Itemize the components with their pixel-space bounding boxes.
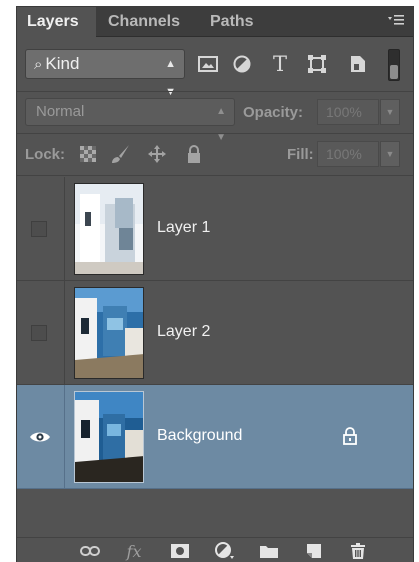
blend-row: Normal ▲ ▼ Opacity: 100% ▼: [17, 97, 413, 143]
adjustment-icon[interactable]: [214, 542, 236, 560]
layer-name[interactable]: Layer 1: [157, 219, 210, 237]
blend-mode-value: Normal: [36, 103, 85, 120]
trash-icon[interactable]: [347, 542, 369, 560]
panel-menu-icon[interactable]: [385, 13, 407, 31]
blend-mode-select[interactable]: Normal ▲ ▼: [25, 98, 235, 143]
filter-kind-select[interactable]: ⌕ Kind ▲ ▼: [25, 49, 185, 98]
filter-toggle[interactable]: [388, 49, 400, 81]
layer-row-selected[interactable]: Background: [17, 385, 413, 489]
pixel-filter-icon[interactable]: [195, 51, 221, 77]
layer-thumbnail: [74, 287, 144, 379]
shape-filter-icon[interactable]: [304, 51, 330, 77]
lock-image-icon[interactable]: [107, 141, 133, 167]
layer-row[interactable]: Layer 1: [17, 177, 413, 281]
fill-dropdown-button[interactable]: ▼: [380, 141, 400, 167]
tab-channels[interactable]: Channels: [98, 7, 198, 37]
tab-layers[interactable]: Layers: [17, 7, 96, 38]
layer-name[interactable]: Layer 2: [157, 323, 210, 341]
visibility-column: [17, 281, 65, 384]
fx-icon[interactable]: fx: [123, 542, 145, 561]
layer-thumbnail: [74, 391, 144, 483]
panel-tab-bar: Layers Channels Paths: [17, 7, 413, 38]
search-icon: ⌕: [34, 56, 43, 73]
filter-kind-label: Kind: [45, 54, 80, 73]
folder-icon[interactable]: [258, 542, 280, 560]
toggle-knob: [390, 65, 398, 79]
layers-panel: Layers Channels Paths ⌕ Kind ▲ ▼ T Normal …: [16, 6, 414, 562]
tab-paths[interactable]: Paths: [200, 7, 270, 37]
link-icon[interactable]: [79, 542, 101, 560]
opacity-field[interactable]: 100%: [317, 99, 379, 125]
new-layer-icon[interactable]: [303, 542, 325, 560]
adjustment-filter-icon[interactable]: [229, 51, 255, 77]
mask-icon[interactable]: [169, 542, 191, 560]
divider: [17, 175, 413, 176]
layer-name[interactable]: Background: [157, 427, 242, 445]
opacity-dropdown-button[interactable]: ▼: [380, 99, 400, 125]
visibility-toggle[interactable]: [31, 325, 47, 341]
visibility-column: [17, 177, 65, 280]
layer-row[interactable]: Layer 2: [17, 281, 413, 385]
lock-label: Lock:: [25, 146, 66, 163]
divider: [17, 91, 413, 92]
lock-position-icon[interactable]: [144, 141, 170, 167]
opacity-label: Opacity:: [243, 104, 304, 121]
panel-footer: fx: [17, 537, 413, 562]
type-filter-icon[interactable]: T: [267, 51, 293, 77]
fill-field[interactable]: 100%: [317, 141, 379, 167]
smart-object-filter-icon[interactable]: [345, 51, 371, 77]
fill-label: Fill:: [287, 146, 314, 163]
visibility-column: [17, 385, 65, 488]
lock-row: Lock: Fill: 100% ▼: [17, 133, 413, 173]
filter-row: ⌕ Kind ▲ ▼ T: [17, 41, 413, 98]
lock-transparent-icon[interactable]: [75, 141, 101, 167]
lock-all-icon[interactable]: [181, 141, 207, 167]
visibility-toggle[interactable]: [31, 221, 47, 237]
layer-lock-icon[interactable]: [342, 427, 358, 445]
layer-thumbnail: [74, 183, 144, 275]
eye-icon[interactable]: [29, 430, 51, 444]
